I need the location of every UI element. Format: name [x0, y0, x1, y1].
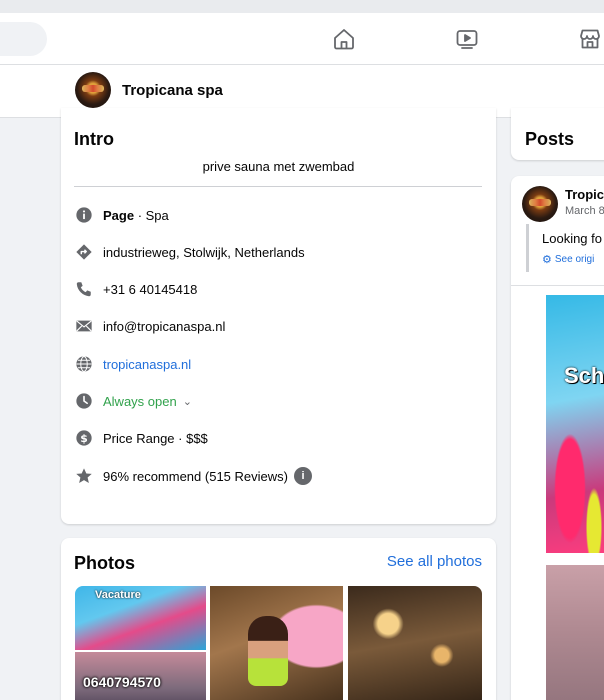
category-prefix: Page [103, 207, 135, 223]
email-icon [74, 316, 94, 336]
dollar-icon: $ [74, 428, 94, 448]
reviews-info-icon[interactable]: i [293, 467, 312, 485]
clock-icon [74, 391, 94, 411]
posts-title: Posts [525, 129, 575, 149]
post-text: Looking fo [542, 231, 602, 246]
phone-row: +31 6 40145418 [74, 278, 197, 300]
photo-caption: 0640794570 [83, 674, 161, 690]
info-circle-icon [74, 205, 94, 225]
top-navigation-bar [0, 13, 604, 65]
chevron-down-icon[interactable]: ⌄ [183, 395, 192, 408]
directions-icon [74, 242, 94, 262]
svg-text:$: $ [80, 432, 88, 445]
photo-thumbnail[interactable]: Vacature [75, 586, 206, 650]
post-author-name[interactable]: Tropica [565, 187, 604, 202]
page-name[interactable]: Tropicana spa [122, 82, 223, 99]
see-all-photos-link[interactable]: See all photos [387, 553, 482, 570]
page-avatar[interactable] [75, 72, 111, 108]
address-text: industrieweg, Stolwijk, Netherlands [103, 244, 305, 260]
photo-thumbnail[interactable]: 0640794570 [75, 652, 206, 700]
post-image[interactable] [546, 565, 604, 700]
see-original-link[interactable]: ⚙ See origi [542, 253, 594, 266]
post-image-caption: Sch [564, 363, 604, 388]
hours-text[interactable]: Always open [103, 394, 177, 409]
category-row: Page · Spa [74, 204, 169, 226]
intro-title: Intro [74, 129, 114, 149]
globe-icon [74, 354, 94, 374]
address-row: industrieweg, Stolwijk, Netherlands [74, 241, 305, 263]
video-icon[interactable] [455, 27, 479, 51]
hours-row[interactable]: Always open ⌄ [74, 390, 192, 412]
intro-divider [74, 186, 482, 187]
price-range-text: Price Range · $$$ [103, 430, 208, 446]
avatar-image [522, 186, 558, 222]
price-row: $ Price Range · $$$ [74, 427, 208, 449]
star-icon [74, 466, 94, 486]
post-author-avatar[interactable] [522, 186, 558, 222]
photo-caption: Vacature [95, 589, 141, 601]
recommend-text: 96% recommend (515 Reviews) [103, 468, 288, 484]
search-input[interactable] [0, 22, 47, 56]
intro-card: Intro prive sauna met zwembad Page · Spa… [61, 108, 496, 524]
email-text[interactable]: info@tropicanaspa.nl [103, 319, 225, 334]
post-card: Tropica March 8 Looking fo ⚙ See origi S… [511, 176, 604, 700]
home-icon[interactable] [332, 27, 356, 51]
photo-thumbnail[interactable] [210, 586, 343, 700]
see-original-label: See origi [554, 254, 595, 265]
avatar-image [75, 72, 111, 108]
browser-top-strip [0, 0, 604, 13]
posts-header-card: Posts [511, 108, 604, 160]
recommend-row: 96% recommend (515 Reviews) i [74, 465, 312, 487]
email-row: info@tropicanaspa.nl [74, 315, 225, 337]
website-link[interactable]: tropicanaspa.nl [103, 357, 191, 372]
phone-text: +31 6 40145418 [103, 281, 198, 297]
phone-icon [74, 279, 94, 299]
post-quote-bar [526, 224, 529, 272]
photos-card: Photos See all photos Vacature 064079457… [61, 538, 496, 700]
intro-bio: prive sauna met zwembad [202, 159, 355, 174]
marketplace-icon[interactable] [578, 27, 602, 51]
category-value: · Spa [134, 207, 169, 223]
post-divider [511, 285, 604, 286]
gear-icon: ⚙ [542, 254, 552, 266]
post-image[interactable]: Sch [546, 295, 604, 553]
photos-title: Photos [74, 553, 135, 573]
website-row: tropicanaspa.nl [74, 353, 191, 375]
photo-thumbnail[interactable] [348, 586, 482, 700]
post-date[interactable]: March 8 [565, 205, 604, 217]
